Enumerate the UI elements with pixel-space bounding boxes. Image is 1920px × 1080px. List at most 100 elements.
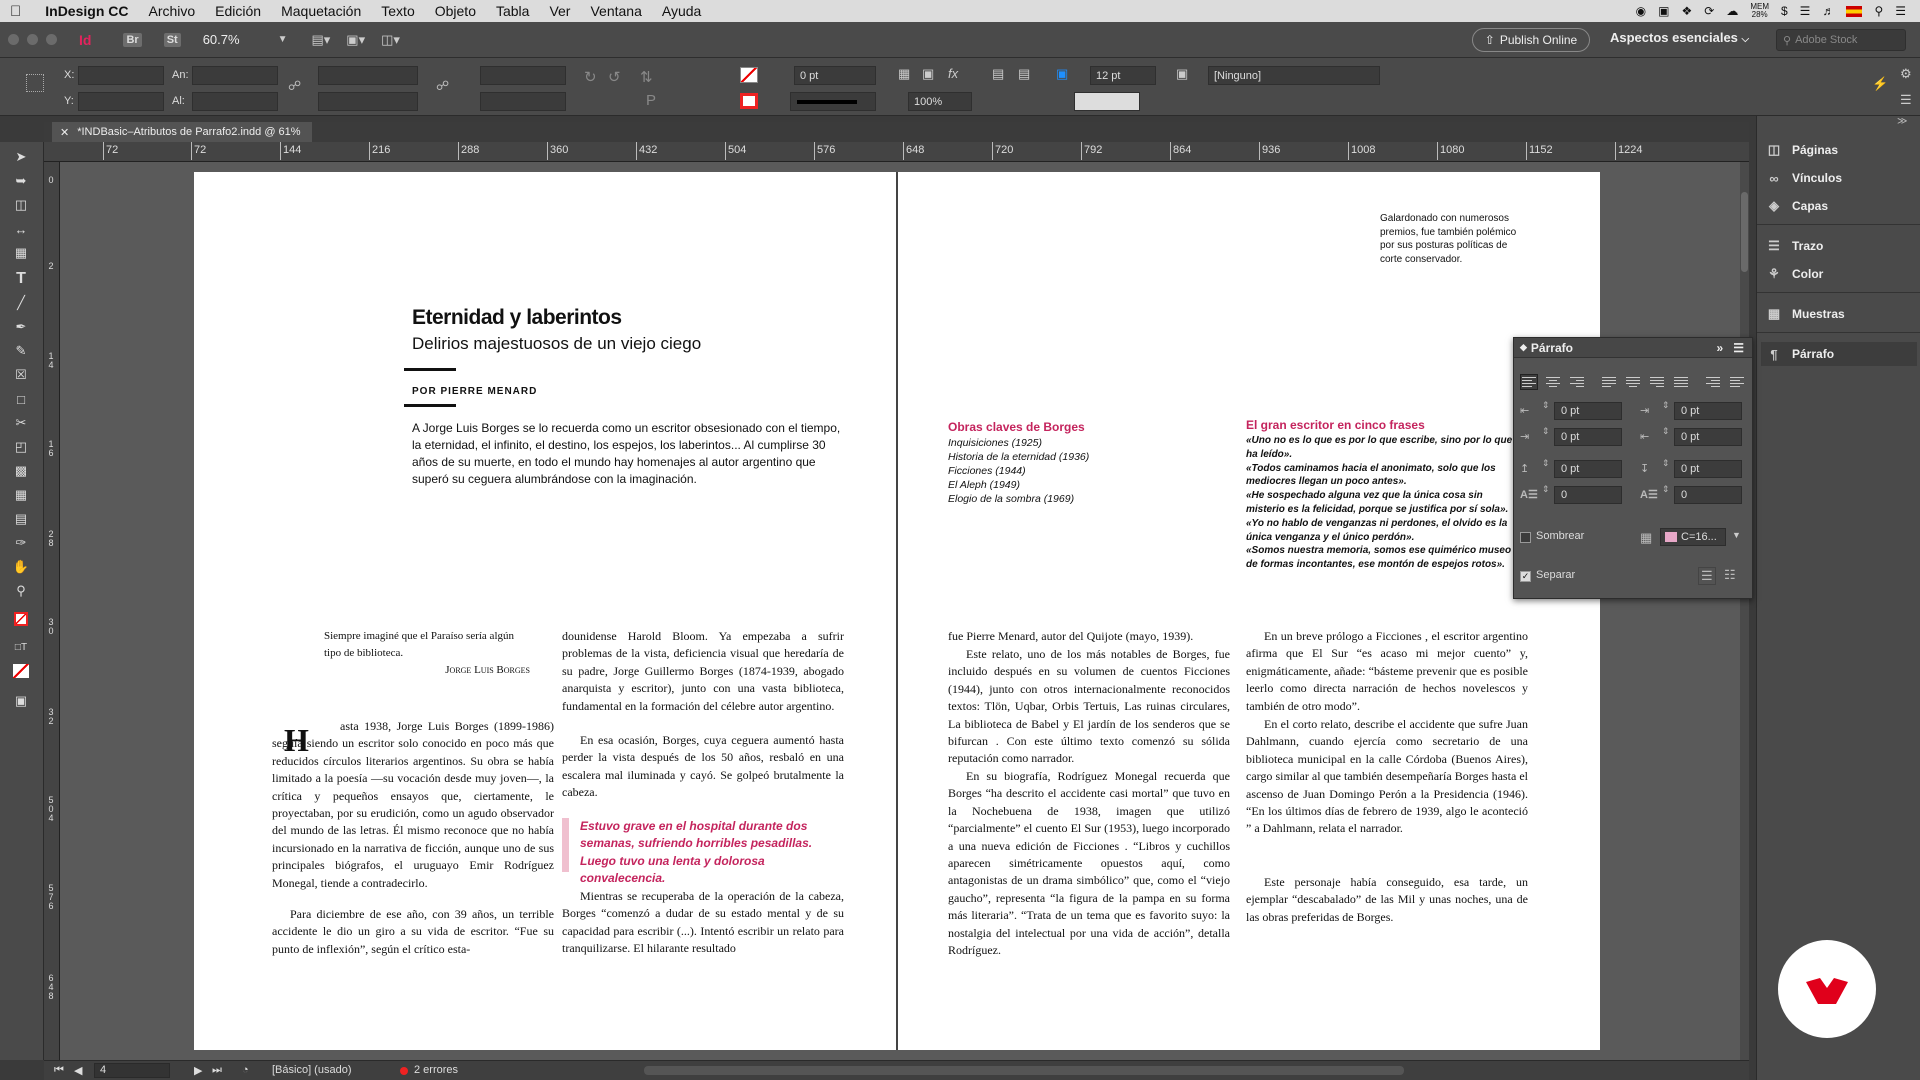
menu-edicion[interactable]: Edición (205, 3, 271, 19)
zoom-tool-icon[interactable]: ⚲ (12, 582, 30, 600)
error-count[interactable]: 2 errores (414, 1064, 458, 1076)
chevron-down-icon[interactable]: ▼ (1732, 530, 1741, 540)
flag-icon[interactable] (1846, 5, 1863, 17)
opacity-field[interactable]: 100% (908, 92, 972, 111)
shading-checkbox[interactable] (1520, 532, 1531, 543)
menu-objeto[interactable]: Objeto (425, 3, 486, 19)
dock-parrafo[interactable]: ¶ Párrafo (1761, 342, 1917, 366)
rectangle-frame-tool-icon[interactable]: ☒ (12, 366, 30, 384)
workspace-switcher[interactable]: Aspectos esenciales ⌵ (1610, 30, 1749, 45)
rotation-field[interactable] (480, 66, 566, 85)
drop-shadow-icon[interactable]: ▣ (922, 66, 934, 82)
close-icon[interactable]: ✕ (60, 126, 69, 139)
volume-icon[interactable]: ♬ (1822, 4, 1834, 18)
stepper-icon[interactable]: ⇕ (1662, 400, 1670, 411)
stepper-icon[interactable]: ⇕ (1662, 426, 1670, 437)
sync-icon[interactable]: ⟳ (1704, 4, 1714, 18)
last-page-icon[interactable]: ⏭ (212, 1064, 222, 1077)
gap-tool-icon[interactable]: ↔ (12, 220, 30, 238)
stepper-icon[interactable]: ⇕ (1542, 484, 1550, 495)
rotate-ccw-icon[interactable]: ↺ (608, 68, 621, 86)
dock-paginas[interactable]: ◫ Páginas (1765, 138, 1913, 162)
selection-tool-icon[interactable]: ➤ (12, 148, 30, 166)
width-field[interactable] (192, 66, 278, 85)
page-number-field[interactable]: 4 (94, 1063, 170, 1078)
zoom-level[interactable]: 60.7% (203, 32, 240, 47)
memory-meter[interactable]: MEM 28% (1750, 3, 1769, 19)
lightning-icon[interactable]: ⚡ (1872, 76, 1888, 92)
y-field[interactable] (78, 92, 164, 111)
first-line-indent-field[interactable]: 0 pt (1554, 428, 1622, 446)
effects-icon[interactable]: fx (948, 66, 958, 81)
align-right-button[interactable] (1568, 374, 1586, 390)
rotate-cw-icon[interactable]: ↻ (584, 68, 597, 86)
hand-tool-icon[interactable]: ✋ (12, 558, 30, 576)
align-center-button[interactable] (1544, 374, 1562, 390)
free-transform-tool-icon[interactable]: ◰ (12, 438, 30, 456)
menu-ventana[interactable]: Ventana (580, 3, 651, 19)
paragraph-panel[interactable]: ◆ Párrafo » ☰ ⇤ ⇕ 0 pt ⇥ ⇕ 0 pt ⇥ ⇕ 0 pt ⇤… (1513, 337, 1753, 599)
apple-icon[interactable]:  (0, 3, 31, 20)
constrain-scale-icon[interactable]: ☍ (436, 78, 449, 94)
rule-below-icon[interactable]: ☷ (1724, 567, 1736, 583)
object-style-icon[interactable]: ▣ (1176, 66, 1188, 82)
auto-size-icon[interactable]: ▣ (1056, 66, 1068, 82)
dock-capas[interactable]: ◈ Capas (1765, 194, 1913, 218)
gradient-tool-icon[interactable]: ▩ (12, 462, 30, 480)
x-field[interactable] (78, 66, 164, 85)
frame-fitting-icon[interactable]: ▦ (898, 66, 910, 82)
stroke-swatch[interactable] (740, 93, 758, 109)
stroke-weight-field[interactable]: 0 pt (794, 66, 876, 85)
type-tool-icon[interactable]: T (12, 270, 30, 288)
record-icon[interactable]: ◉ (1636, 4, 1646, 18)
right-indent-field[interactable]: 0 pt (1674, 402, 1742, 420)
left-indent-field[interactable]: 0 pt (1554, 402, 1622, 420)
justify-right-button[interactable] (1648, 374, 1666, 390)
vertical-scrollbar[interactable] (1740, 162, 1749, 1060)
arrange-documents-icon[interactable]: ◫▾ (381, 32, 400, 48)
drop-cap-chars-field[interactable]: 0 (1674, 486, 1742, 504)
paragraph-panel-header[interactable]: ◆ Párrafo » ☰ (1514, 338, 1752, 358)
gutter-field[interactable]: 12 pt (1090, 66, 1156, 85)
stock-search-input[interactable]: ⚲ Adobe Stock (1776, 29, 1906, 51)
note-tool-icon[interactable]: ▤ (12, 510, 30, 528)
apply-none-icon[interactable] (12, 662, 30, 680)
left-page[interactable]: Eternidad y laberintos Delirios majestuo… (194, 172, 896, 1050)
dock-vinculos[interactable]: ∞ Vínculos (1765, 166, 1913, 190)
stepper-icon[interactable]: ⇕ (1662, 458, 1670, 469)
view-options-icon[interactable]: ▤▾ (311, 32, 330, 48)
stepper-icon[interactable]: ⇕ (1542, 400, 1550, 411)
stepper-icon[interactable]: ⇕ (1662, 484, 1670, 495)
publish-online-button[interactable]: ⇧ Publish Online (1472, 28, 1590, 52)
dock-color[interactable]: ⚘ Color (1765, 262, 1913, 286)
flip-icon[interactable]: ⇅ (640, 68, 653, 86)
zoom-dropdown-icon[interactable]: ▼ (278, 34, 288, 45)
scale-x-field[interactable] (318, 66, 418, 85)
dropbox-icon[interactable]: ❖ (1681, 4, 1692, 18)
menu-maquetacion[interactable]: Maquetación (271, 3, 371, 19)
pencil-tool-icon[interactable]: ✎ (12, 342, 30, 360)
drop-cap-lines-field[interactable]: 0 (1554, 486, 1622, 504)
separate-checkbox[interactable]: ✓ (1520, 571, 1531, 582)
gear-icon[interactable]: ⚙ (1900, 66, 1912, 82)
horizontal-scroll-thumb[interactable] (644, 1066, 1404, 1075)
swatch-field[interactable] (1074, 92, 1140, 111)
screen-mode-icon[interactable]: ▣▾ (346, 32, 365, 48)
eyedropper-tool-icon[interactable]: ✑ (12, 534, 30, 552)
justify-center-button[interactable] (1624, 374, 1642, 390)
first-page-icon[interactable]: ⏮ (54, 1064, 64, 1077)
align-towards-spine-button[interactable] (1704, 374, 1722, 390)
document-tab[interactable]: ✕ *INDBasic–Atributos de Parrafo2.indd @ … (52, 122, 312, 142)
dollar-icon[interactable]: $ (1781, 4, 1788, 18)
stock-button[interactable]: St (163, 32, 181, 47)
justify-all-button[interactable] (1672, 374, 1690, 390)
gradient-feather-tool-icon[interactable]: ▦ (12, 486, 30, 504)
menu-ayuda[interactable]: Ayuda (652, 3, 711, 19)
window-zoom-button[interactable] (46, 34, 57, 45)
pasteboard[interactable]: Eternidad y laberintos Delirios majestuo… (60, 162, 1740, 1060)
window-close-button[interactable] (8, 34, 19, 45)
window-minimize-button[interactable] (27, 34, 38, 45)
height-field[interactable] (192, 92, 278, 111)
fill-swatch[interactable] (740, 67, 758, 83)
rule-above-icon[interactable]: ☰ (1698, 567, 1716, 585)
